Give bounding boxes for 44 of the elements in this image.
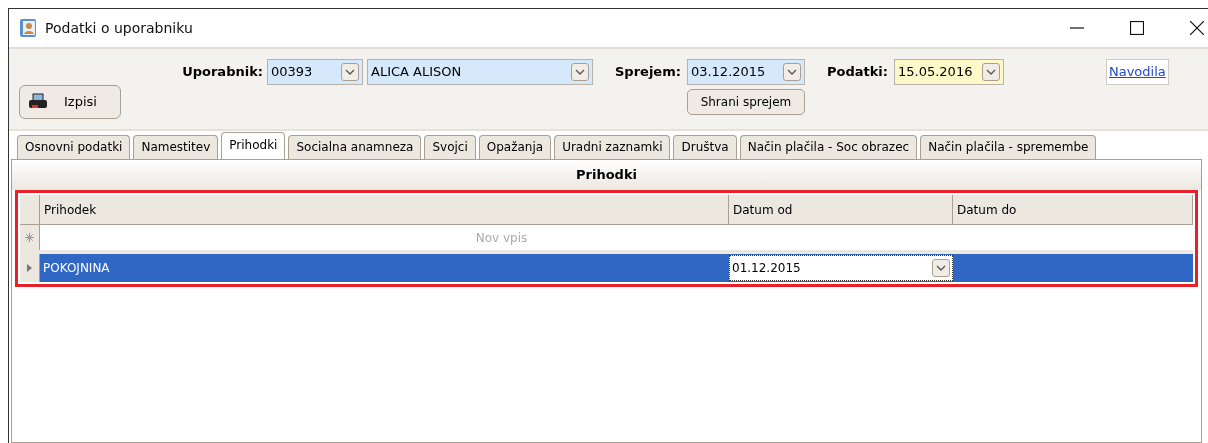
tab[interactable]: Način plačila - spremembe bbox=[920, 135, 1097, 159]
print-button[interactable]: Izpisi bbox=[19, 85, 121, 119]
tab[interactable]: Društva bbox=[673, 135, 737, 159]
tab[interactable]: Osnovni podatki bbox=[17, 135, 131, 159]
date-dropdown[interactable]: 01.12.2015 bbox=[729, 255, 953, 281]
tab[interactable]: Način plačila - Soc obrazec bbox=[739, 135, 918, 159]
asterisk-icon bbox=[25, 233, 34, 242]
user-id-dropdown[interactable]: 00393 bbox=[267, 59, 363, 85]
chevron-down-icon bbox=[936, 265, 946, 271]
tab[interactable]: Svojci bbox=[424, 135, 476, 159]
chevron-down-icon bbox=[345, 69, 355, 75]
address-book-icon bbox=[19, 18, 37, 38]
chevron-down-icon bbox=[575, 69, 585, 75]
tab[interactable]: Prihodki bbox=[221, 132, 286, 159]
panel-title: Prihodki bbox=[576, 166, 637, 185]
chevron-down-icon bbox=[786, 69, 797, 75]
column-header[interactable]: Datum od bbox=[729, 195, 953, 224]
dropdown-button[interactable] bbox=[982, 63, 1000, 81]
help-link[interactable]: Navodila bbox=[1106, 59, 1169, 85]
dropdown-button[interactable] bbox=[932, 259, 950, 277]
column-header[interactable]: Datum do bbox=[953, 195, 1193, 224]
printer-icon bbox=[28, 93, 48, 111]
table-row[interactable]: POKOJNINA 01.12.2015 bbox=[40, 254, 1193, 282]
maximize-icon[interactable] bbox=[1130, 21, 1144, 35]
save-admission-button[interactable]: Shrani sprejem bbox=[686, 89, 805, 115]
tab[interactable]: Uradni zaznamki bbox=[554, 135, 671, 159]
dropdown-button[interactable] bbox=[571, 63, 589, 81]
table-cell-text: POKOJNINA bbox=[43, 260, 110, 277]
data-date-dropdown[interactable]: 15.05.2016 bbox=[894, 59, 1004, 85]
user-label: Uporabnik: bbox=[181, 63, 263, 81]
admission-date-dropdown[interactable]: 03.12.2015 bbox=[686, 59, 805, 85]
tab[interactable]: Namestitev bbox=[133, 135, 219, 159]
chevron-down-icon bbox=[986, 69, 996, 75]
tab[interactable]: Socialna anamneza bbox=[288, 135, 422, 159]
dropdown-button[interactable] bbox=[341, 63, 359, 81]
window-title: Podatki o uporabniku bbox=[45, 18, 193, 38]
data-label: Podatki: bbox=[826, 63, 888, 81]
row-pointer-icon bbox=[27, 264, 32, 272]
dropdown-button[interactable] bbox=[782, 63, 801, 81]
admission-label: Sprejem: bbox=[615, 63, 681, 81]
close-icon[interactable] bbox=[1190, 21, 1204, 35]
tab[interactable]: Opažanja bbox=[478, 135, 552, 159]
user-name-dropdown[interactable]: ALICA ALISON bbox=[367, 59, 593, 85]
column-header[interactable]: Prihodek bbox=[40, 195, 729, 224]
